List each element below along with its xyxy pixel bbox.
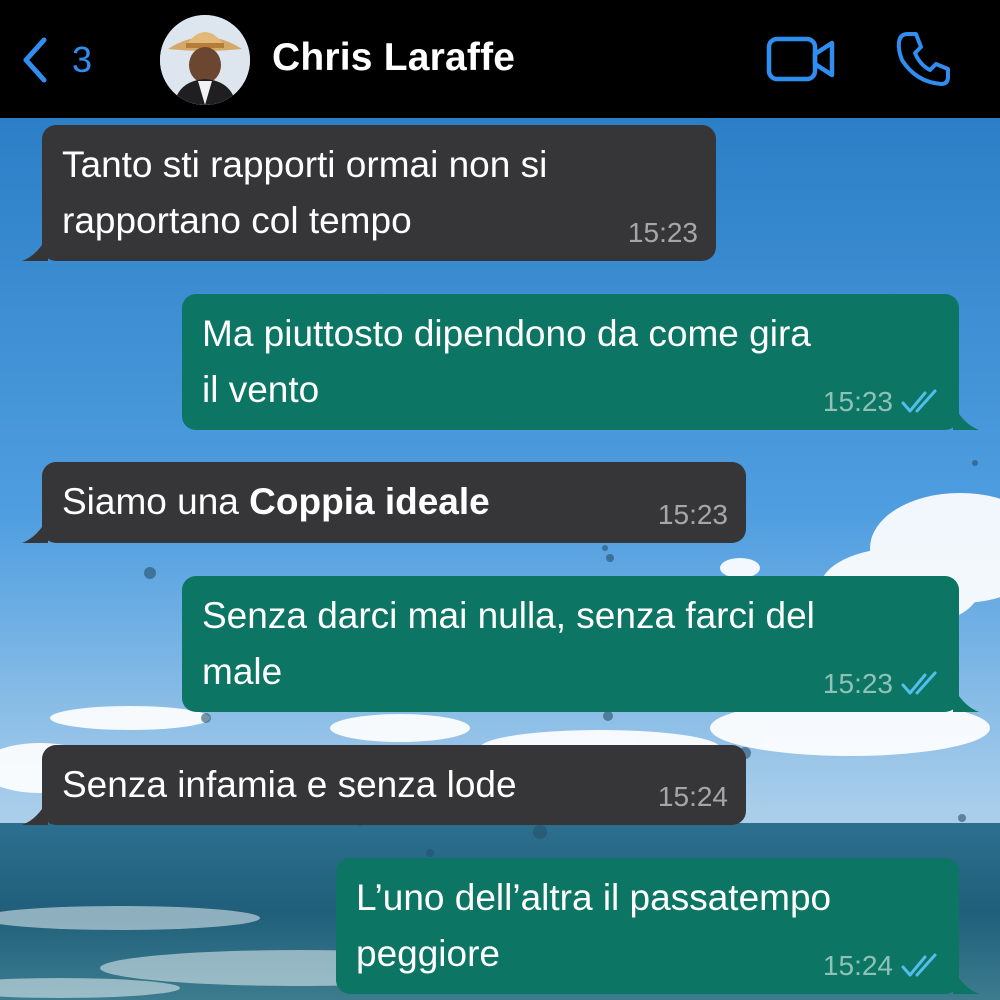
message-bubble-incoming[interactable]: Tanto sti rapporti ormai non si rapporta… bbox=[22, 125, 716, 261]
message-bubble-outgoing[interactable]: Senza darci mai nulla, senza farci del m… bbox=[182, 576, 979, 712]
unread-count: 3 bbox=[72, 39, 93, 80]
message-time: 15:24 bbox=[657, 781, 728, 812]
bubble-tail bbox=[22, 799, 48, 825]
contact-name[interactable]: Chris Laraffe bbox=[272, 36, 515, 80]
message-bubble-outgoing[interactable]: L’uno dell’altra il passatempo peggiore … bbox=[336, 858, 979, 994]
video-camera-icon bbox=[766, 36, 835, 82]
read-receipt-icon bbox=[901, 389, 937, 413]
message-time: 15:24 bbox=[822, 950, 893, 981]
message-bubble-incoming[interactable]: Siamo una Coppia ideale 15:23 bbox=[22, 462, 746, 543]
bubble-tail bbox=[953, 968, 979, 994]
message-bubble-incoming[interactable]: Senza infamia e senza lode 15:24 bbox=[22, 745, 746, 825]
chat-header: 3 Chris Laraffe bbox=[0, 0, 1000, 118]
message-text: Siamo una Coppia ideale bbox=[62, 481, 490, 522]
message-time: 15:23 bbox=[822, 668, 893, 699]
avatar[interactable] bbox=[160, 15, 250, 105]
message-time: 15:23 bbox=[627, 217, 698, 248]
read-receipt-icon bbox=[901, 671, 937, 695]
message-bubble-outgoing[interactable]: Ma piuttosto dipendono da come gira il v… bbox=[182, 294, 979, 430]
bubble-tail bbox=[953, 404, 979, 430]
back-button[interactable]: 3 bbox=[18, 30, 92, 90]
bold-text: Coppia ideale bbox=[249, 481, 490, 522]
bubble-tail bbox=[22, 235, 48, 261]
video-call-button[interactable] bbox=[766, 34, 836, 84]
message-time: 15:23 bbox=[657, 499, 728, 530]
voice-call-button[interactable] bbox=[894, 30, 952, 88]
message-text: Senza infamia e senza lode bbox=[62, 764, 517, 805]
phone-icon bbox=[896, 32, 950, 86]
bubble-tail bbox=[953, 686, 979, 712]
read-receipt-icon bbox=[901, 953, 937, 977]
chevron-left-icon bbox=[23, 37, 47, 83]
bubble-tail bbox=[22, 517, 48, 543]
message-time: 15:23 bbox=[822, 386, 893, 417]
message-text: Tanto sti rapporti ormai non si rapporta… bbox=[62, 144, 548, 241]
chat-area[interactable]: Tanto sti rapporti ormai non si rapporta… bbox=[0, 118, 1000, 1000]
